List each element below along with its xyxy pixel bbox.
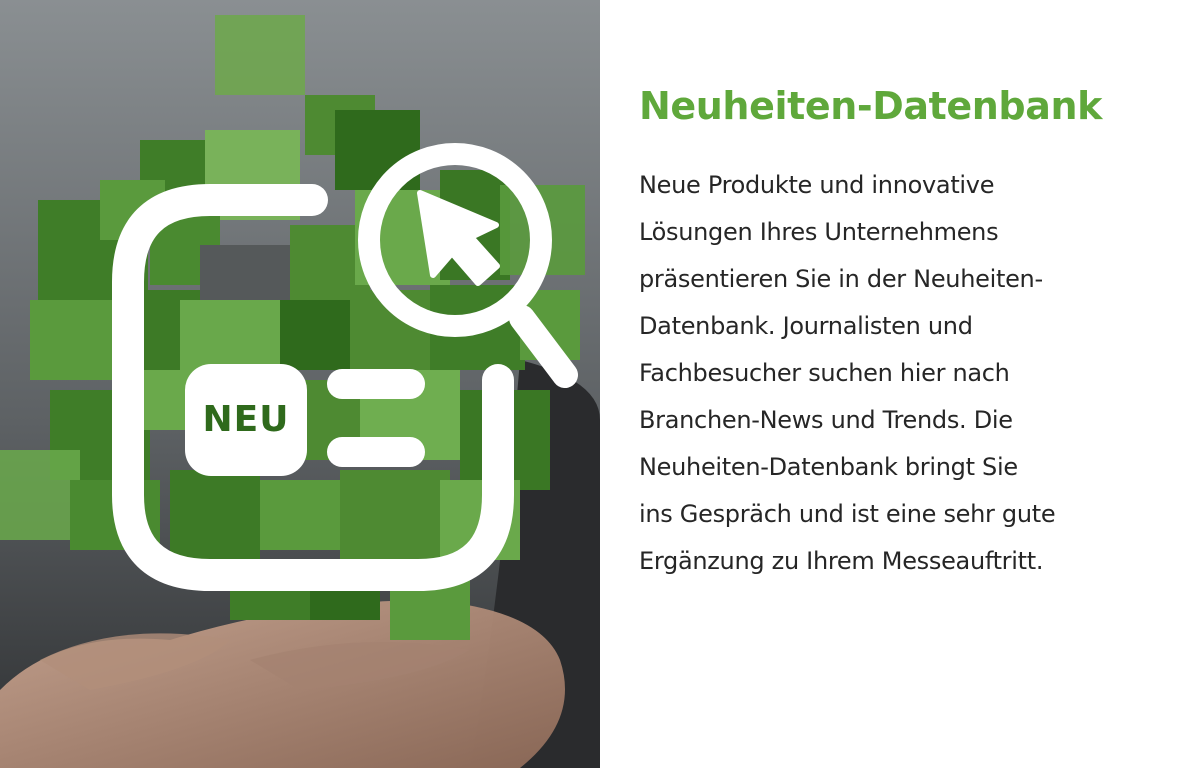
description-line: Ergänzung zu Ihrem Messeauftritt. [639, 547, 1044, 575]
text-panel: Neuheiten-Datenbank Neue Produkte und in… [600, 0, 1200, 768]
description-line: Neuheiten-Datenbank bringt Sie [639, 453, 1018, 481]
description-line: Datenbank. Journalisten und [639, 312, 973, 340]
description-line: Branchen-News und Trends. Die [639, 406, 1013, 434]
description-text: Neue Produkte und innovative Lösungen Ih… [639, 162, 1159, 585]
hero-image: NEU [0, 0, 600, 768]
description-line: präsentieren Sie in der Neuheiten- [639, 265, 1043, 293]
description-line: Fachbesucher suchen hier nach [639, 359, 1010, 387]
page: NEU Neuheiten-Datenbank Neue Produkte un… [0, 0, 1200, 768]
neu-badge-label: NEU [202, 399, 290, 440]
page-title: Neuheiten-Datenbank [639, 84, 1102, 128]
description-line: Lösungen Ihres Unternehmens [639, 218, 999, 246]
description-line: ins Gespräch und ist eine sehr gute [639, 500, 1056, 528]
description-line: Neue Produkte und innovative [639, 171, 995, 199]
